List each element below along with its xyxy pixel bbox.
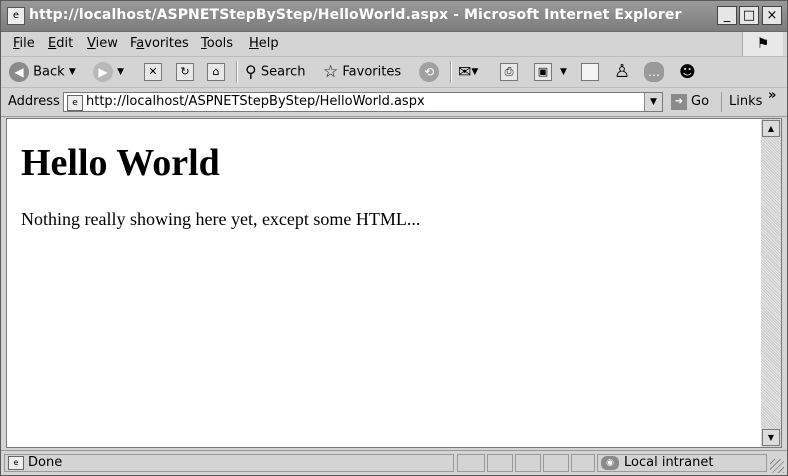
address-label: Address	[8, 94, 60, 109]
status-pane	[487, 454, 513, 472]
chevron-right-icon[interactable]: »	[768, 88, 776, 103]
edit-button[interactable]: ▣ ▼	[534, 62, 567, 82]
window-title: http://localhost/ASPNETStepByStep/HelloW…	[29, 7, 682, 23]
intranet-globe-icon: ◉	[601, 455, 619, 470]
links-button[interactable]: Links	[721, 92, 762, 112]
menu-view[interactable]: View	[87, 36, 118, 51]
status-pane	[515, 454, 541, 472]
edit-icon: ▣	[534, 63, 552, 81]
security-zone: ◉ Local intranet	[597, 454, 767, 472]
page-icon: e	[67, 95, 83, 111]
windows-flag-icon: ⚑	[742, 32, 783, 56]
messenger-person-icon: ♙	[614, 61, 631, 82]
favorites-button[interactable]: ☆ Favorites	[323, 62, 401, 82]
maximize-button[interactable]: □	[739, 6, 759, 25]
history-button[interactable]: ⟲	[419, 62, 439, 82]
address-url[interactable]: http://localhost/ASPNETStepByStep/HelloW…	[86, 94, 425, 109]
history-icon: ⟲	[419, 62, 439, 82]
forward-dropdown-icon[interactable]: ▼	[117, 67, 124, 77]
menu-favorites[interactable]: Favorites	[130, 36, 189, 51]
printer-icon: ⎙	[500, 62, 518, 81]
address-bar: Address e http://localhost/ASPNETStepByS…	[1, 88, 787, 117]
go-button[interactable]: ➜ Go	[671, 93, 709, 111]
menu-edit[interactable]: Edit	[48, 36, 73, 51]
page-body-text: Nothing really showing here yet, except …	[21, 209, 421, 229]
edit-dropdown-icon[interactable]: ▼	[560, 67, 567, 77]
search-button[interactable]: ⚲ Search	[245, 62, 306, 82]
title-bar[interactable]: e http://localhost/ASPNETStepByStep/Hell…	[1, 1, 787, 32]
messenger-button[interactable]: ♙	[614, 62, 630, 82]
star-icon: ☆	[323, 62, 339, 82]
home-icon: ⌂	[207, 62, 225, 81]
mail-button[interactable]: ✉▼	[458, 62, 478, 82]
stop-icon: ✕	[144, 62, 162, 81]
chat-button[interactable]: …	[644, 62, 664, 82]
menu-file[interactable]: File	[13, 36, 35, 51]
toolbar-separator	[236, 61, 238, 83]
status-pane	[457, 454, 485, 472]
resize-grip-icon[interactable]	[770, 459, 784, 473]
page-done-icon: e	[8, 455, 24, 470]
mail-icon: ✉	[458, 62, 472, 81]
status-pane	[571, 454, 595, 472]
go-arrow-icon: ➜	[671, 93, 687, 110]
back-dropdown-icon[interactable]: ▼	[69, 67, 76, 77]
toolbar-separator	[450, 61, 452, 83]
home-button[interactable]: ⌂	[207, 62, 225, 82]
close-button[interactable]: ×	[762, 6, 782, 25]
print-button[interactable]: ⎙	[500, 62, 518, 82]
forward-arrow-icon: ▶	[93, 62, 113, 82]
status-bar: e Done ◉ Local intranet	[1, 450, 787, 476]
minimize-button[interactable]: _	[717, 6, 737, 25]
back-button[interactable]: ◀ Back ▼	[9, 62, 76, 82]
vertical-scrollbar[interactable]: ▲ ▼	[761, 118, 782, 448]
refresh-icon: ↻	[176, 62, 194, 81]
standard-toolbar: ◀ Back ▼ ▶ ▼ ✕ ↻ ⌂ ⚲ Search ☆ Favorites …	[1, 57, 787, 88]
status-text-pane: e Done	[4, 454, 454, 472]
page-content: Hello World Nothing really showing here …	[6, 118, 761, 448]
contacts-button[interactable]: ☻	[679, 62, 696, 82]
people-icon: ☻	[679, 62, 696, 81]
scroll-up-icon[interactable]: ▲	[762, 120, 780, 137]
chat-bubble-icon: …	[644, 62, 664, 82]
page-heading: Hello World	[21, 142, 220, 184]
forward-button[interactable]: ▶ ▼	[93, 62, 124, 82]
address-dropdown-icon[interactable]: ▼	[644, 93, 662, 111]
mail-dropdown-icon[interactable]: ▼	[471, 67, 478, 77]
scroll-down-icon[interactable]: ▼	[762, 429, 780, 446]
discuss-icon	[581, 62, 599, 81]
refresh-button[interactable]: ↻	[176, 62, 194, 82]
search-icon: ⚲	[245, 62, 257, 81]
ie-page-icon[interactable]: e	[7, 7, 25, 25]
status-pane	[543, 454, 569, 472]
discuss-button[interactable]	[581, 62, 599, 82]
menu-tools[interactable]: Tools	[201, 36, 233, 51]
address-input[interactable]: e http://localhost/ASPNETStepByStep/Hell…	[63, 92, 663, 112]
browser-window: e http://localhost/ASPNETStepByStep/Hell…	[0, 0, 788, 476]
menu-help[interactable]: Help	[249, 36, 279, 51]
menu-bar: File Edit View Favorites Tools Help ⚑	[1, 32, 787, 57]
back-arrow-icon: ◀	[9, 62, 29, 82]
stop-button[interactable]: ✕	[144, 62, 162, 82]
